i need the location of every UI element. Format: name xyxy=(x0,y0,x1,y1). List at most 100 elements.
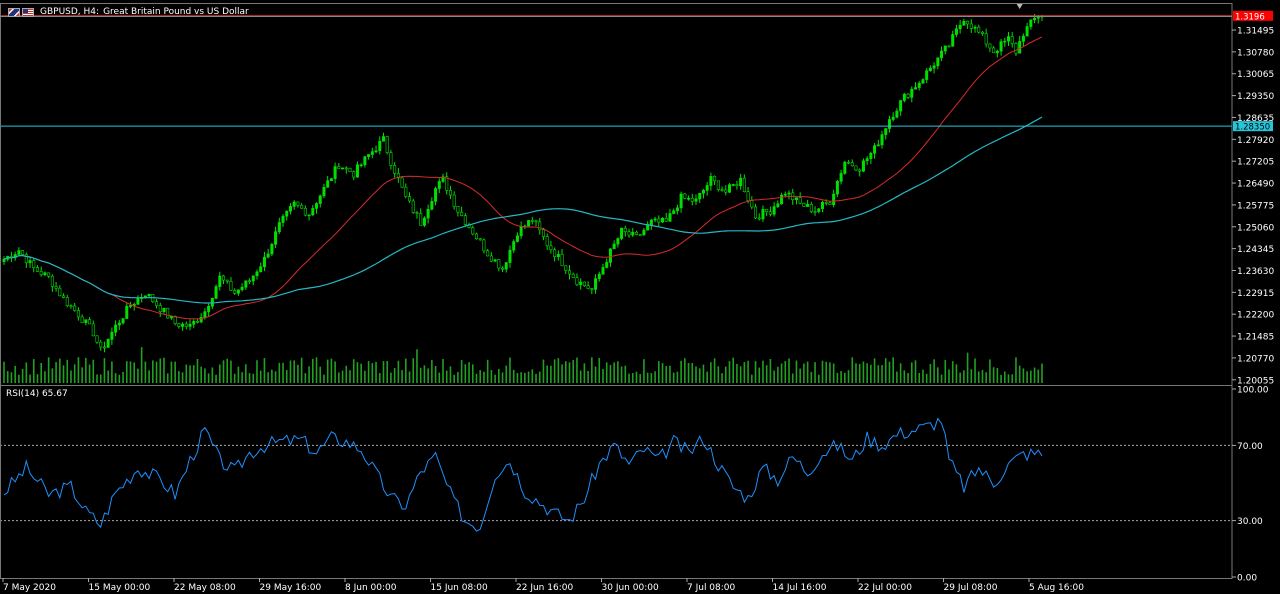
candle-body[interactable] xyxy=(534,220,538,223)
candle-body[interactable] xyxy=(225,279,229,282)
candle-body[interactable] xyxy=(1018,41,1022,54)
candle-body[interactable] xyxy=(43,272,47,276)
candle-body[interactable] xyxy=(906,93,910,98)
candle-body[interactable] xyxy=(266,253,270,258)
candle-body[interactable] xyxy=(408,196,412,202)
candle-body[interactable] xyxy=(322,186,326,197)
candle-body[interactable] xyxy=(136,298,140,305)
candle-body[interactable] xyxy=(940,50,944,59)
candle-body[interactable] xyxy=(519,226,523,237)
candle-body[interactable] xyxy=(962,20,966,26)
candle-body[interactable] xyxy=(910,88,914,98)
candle-body[interactable] xyxy=(705,185,709,191)
candle-body[interactable] xyxy=(155,301,159,306)
candle-body[interactable] xyxy=(869,152,873,159)
candle-body[interactable] xyxy=(750,200,754,208)
candle-body[interactable] xyxy=(95,335,99,343)
candle-body[interactable] xyxy=(244,280,248,288)
candle-body[interactable] xyxy=(966,20,970,25)
candle-body[interactable] xyxy=(311,208,315,216)
chart-area[interactable]: 1.28350 1.3196 1.31495 1.30780 1.30065 1.293… xyxy=(0,0,1280,594)
candle-body[interactable] xyxy=(207,305,211,312)
candle-body[interactable] xyxy=(393,165,397,174)
candle-body[interactable] xyxy=(947,45,951,48)
candle-body[interactable] xyxy=(672,210,676,214)
candle-body[interactable] xyxy=(88,319,92,325)
candle-body[interactable] xyxy=(426,208,430,219)
candle-body[interactable] xyxy=(400,177,404,188)
candle-body[interactable] xyxy=(601,267,605,275)
candle-body[interactable] xyxy=(787,192,791,195)
candle-body[interactable] xyxy=(195,321,199,323)
candle-body[interactable] xyxy=(381,136,385,142)
candle-body[interactable] xyxy=(921,79,925,84)
candle-body[interactable] xyxy=(281,215,285,223)
candle-body[interactable] xyxy=(969,23,973,29)
candle-body[interactable] xyxy=(895,110,899,118)
candle-body[interactable] xyxy=(727,184,731,193)
candle-body[interactable] xyxy=(579,281,583,285)
candle-body[interactable] xyxy=(188,323,192,327)
candle-body[interactable] xyxy=(720,189,724,191)
candle-body[interactable] xyxy=(597,273,601,279)
candle-body[interactable] xyxy=(21,250,25,255)
candle-body[interactable] xyxy=(1010,36,1014,44)
candle-body[interactable] xyxy=(147,293,151,297)
candle-body[interactable] xyxy=(958,24,962,30)
candle-body[interactable] xyxy=(218,275,222,287)
candle-body[interactable] xyxy=(568,270,572,275)
candle-body[interactable] xyxy=(590,288,594,290)
candle-body[interactable] xyxy=(765,209,769,212)
candle-body[interactable] xyxy=(605,262,609,268)
candle-body[interactable] xyxy=(608,248,612,263)
candle-body[interactable] xyxy=(813,211,817,213)
candle-body[interactable] xyxy=(847,161,851,164)
candle-body[interactable] xyxy=(448,190,452,196)
candle-body[interactable] xyxy=(917,82,921,88)
candle-body[interactable] xyxy=(329,178,333,182)
candle-body[interactable] xyxy=(1003,40,1007,43)
candle-body[interactable] xyxy=(992,47,996,54)
candle-body[interactable] xyxy=(389,152,393,166)
candle-body[interactable] xyxy=(158,305,162,312)
candle-body[interactable] xyxy=(318,195,322,204)
candle-body[interactable] xyxy=(184,323,188,327)
candle-body[interactable] xyxy=(854,165,858,171)
candle-body[interactable] xyxy=(166,307,170,319)
candle-body[interactable] xyxy=(634,231,638,235)
candle-body[interactable] xyxy=(222,275,226,281)
candle-body[interactable] xyxy=(62,295,66,298)
candle-body[interactable] xyxy=(824,201,828,204)
candle-body[interactable] xyxy=(303,207,307,216)
candle-body[interactable] xyxy=(17,250,21,255)
candle-body[interactable] xyxy=(35,267,39,272)
candle-body[interactable] xyxy=(731,184,735,186)
candle-body[interactable] xyxy=(623,227,627,232)
candle-body[interactable] xyxy=(333,166,337,179)
candle-body[interactable] xyxy=(612,243,616,250)
candle-body[interactable] xyxy=(675,207,679,212)
candle-body[interactable] xyxy=(463,215,467,225)
candle-body[interactable] xyxy=(564,265,568,271)
candle-body[interactable] xyxy=(835,181,839,195)
candle-body[interactable] xyxy=(181,323,185,327)
candle-body[interactable] xyxy=(951,34,955,47)
candle-body[interactable] xyxy=(954,28,958,35)
candle-body[interactable] xyxy=(936,57,940,67)
candle-body[interactable] xyxy=(65,297,69,306)
candle-body[interactable] xyxy=(486,250,490,257)
candle-body[interactable] xyxy=(742,177,746,192)
candle-body[interactable] xyxy=(1014,43,1018,54)
candle-body[interactable] xyxy=(694,198,698,202)
candle-body[interactable] xyxy=(876,144,880,147)
candle-body[interactable] xyxy=(698,193,702,200)
candle-body[interactable] xyxy=(344,167,348,170)
candle-body[interactable] xyxy=(914,87,918,90)
candle-body[interactable] xyxy=(296,201,300,206)
candle-body[interactable] xyxy=(594,278,598,290)
candle-body[interactable] xyxy=(902,93,906,101)
candle-body[interactable] xyxy=(798,197,802,204)
candle-body[interactable] xyxy=(352,171,356,178)
candle-body[interactable] xyxy=(177,323,181,327)
candle-body[interactable] xyxy=(341,167,345,170)
